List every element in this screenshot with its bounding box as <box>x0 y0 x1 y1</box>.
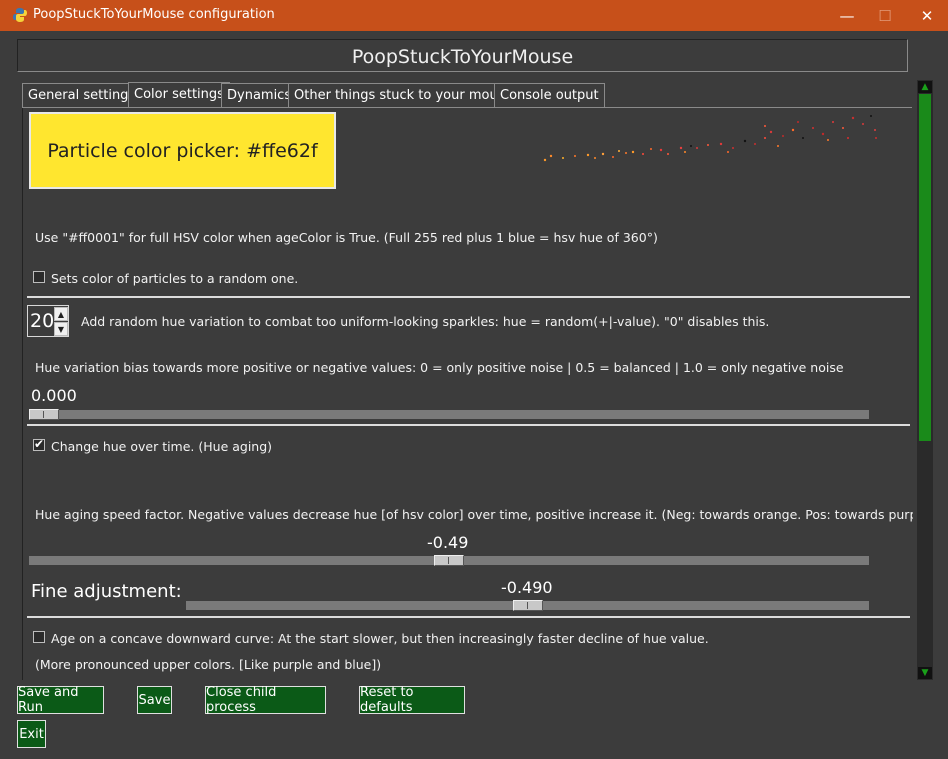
exit-button[interactable]: Exit <box>17 720 46 748</box>
maximize-icon: ☐ <box>878 6 892 25</box>
concave-curve-checkbox[interactable] <box>33 631 45 643</box>
concave-curve-label: Age on a concave downward curve: At the … <box>51 631 709 646</box>
tab-console-output[interactable]: Console output <box>494 83 605 107</box>
random-color-label: Sets color of particles to a random one. <box>51 271 299 286</box>
hue-aging-checkbox[interactable] <box>33 437 45 451</box>
scroll-down-icon[interactable]: ▼ <box>918 667 932 679</box>
random-color-checkbox[interactable] <box>33 271 45 283</box>
hue-aging-label: Change hue over time. (Hue aging) <box>51 439 273 454</box>
vertical-scrollbar[interactable]: ▲ ▼ <box>917 80 933 680</box>
aging-speed-value: -0.49 <box>427 533 469 552</box>
hsv-hint-text: Use "#ff0001" for full HSV color when ag… <box>35 230 658 245</box>
spin-down-arrow-icon[interactable]: ▼ <box>54 322 68 336</box>
separator <box>27 616 910 618</box>
scrollbar-thumb[interactable] <box>919 94 931 441</box>
hue-bias-label: Hue variation bias towards more positive… <box>35 360 844 375</box>
tab-dynamics[interactable]: Dynamics <box>221 83 298 107</box>
fine-adjustment-value: -0.490 <box>501 578 553 597</box>
save-button[interactable]: Save <box>137 686 172 714</box>
particle-dots <box>543 115 877 162</box>
app-header-title: PoopStuckToYourMouse <box>351 46 574 68</box>
title-bar: PoopStuckToYourMouse configuration — ☐ ✕ <box>0 0 948 31</box>
particle-preview <box>543 115 877 162</box>
picker-label: Particle color picker: #ffe62f <box>47 139 318 162</box>
header-box: PoopStuckToYourMouse <box>17 39 908 72</box>
close-icon: ✕ <box>920 6 934 25</box>
tab-other-things[interactable]: Other things stuck to your mouse <box>288 83 519 107</box>
fine-adjustment-slider-handle[interactable] <box>513 600 543 611</box>
hue-bias-slider[interactable] <box>29 409 869 420</box>
scroll-up-icon[interactable]: ▲ <box>918 81 932 93</box>
hue-variation-value: 20 <box>30 310 55 332</box>
close-window-button[interactable]: ✕ <box>904 0 948 31</box>
minimize-icon: — <box>839 6 855 25</box>
hue-variation-spinbox[interactable]: 20 ▲ ▼ <box>27 305 69 337</box>
fine-adjustment-slider[interactable] <box>186 600 869 611</box>
hue-bias-slider-handle[interactable] <box>29 409 59 420</box>
aging-speed-slider-handle[interactable] <box>434 555 464 566</box>
aging-speed-slider[interactable] <box>29 555 869 566</box>
tab-general-settings[interactable]: General settings <box>22 83 142 107</box>
python-icon <box>13 8 27 22</box>
concave-curve-note: (More pronounced upper colors. [Like pur… <box>35 657 382 672</box>
tab-color-settings[interactable]: Color settings <box>128 82 230 108</box>
maximize-button[interactable]: ☐ <box>862 0 908 31</box>
reset-to-defaults-button[interactable]: Reset to defaults <box>359 685 465 715</box>
separator <box>27 424 910 426</box>
close-child-process-button[interactable]: Close child process <box>205 685 326 715</box>
hue-variation-label: Add random hue variation to combat too u… <box>81 314 770 329</box>
spin-up-arrow-icon[interactable]: ▲ <box>54 307 68 321</box>
app-frame: PoopStuckToYourMouse General settings Co… <box>0 31 948 759</box>
window-title: PoopStuckToYourMouse configuration <box>33 7 275 22</box>
color-settings-panel: Particle color picker: #ffe62f Use "#ff0… <box>22 108 913 680</box>
save-and-run-button[interactable]: Save and Run <box>17 685 104 715</box>
aging-speed-label: Hue aging speed factor. Negative values … <box>35 507 913 522</box>
separator <box>27 296 910 298</box>
hue-bias-value: 0.000 <box>31 386 77 405</box>
fine-adjustment-label: Fine adjustment: <box>31 581 182 602</box>
particle-color-picker-button[interactable]: Particle color picker: #ffe62f <box>29 112 336 189</box>
